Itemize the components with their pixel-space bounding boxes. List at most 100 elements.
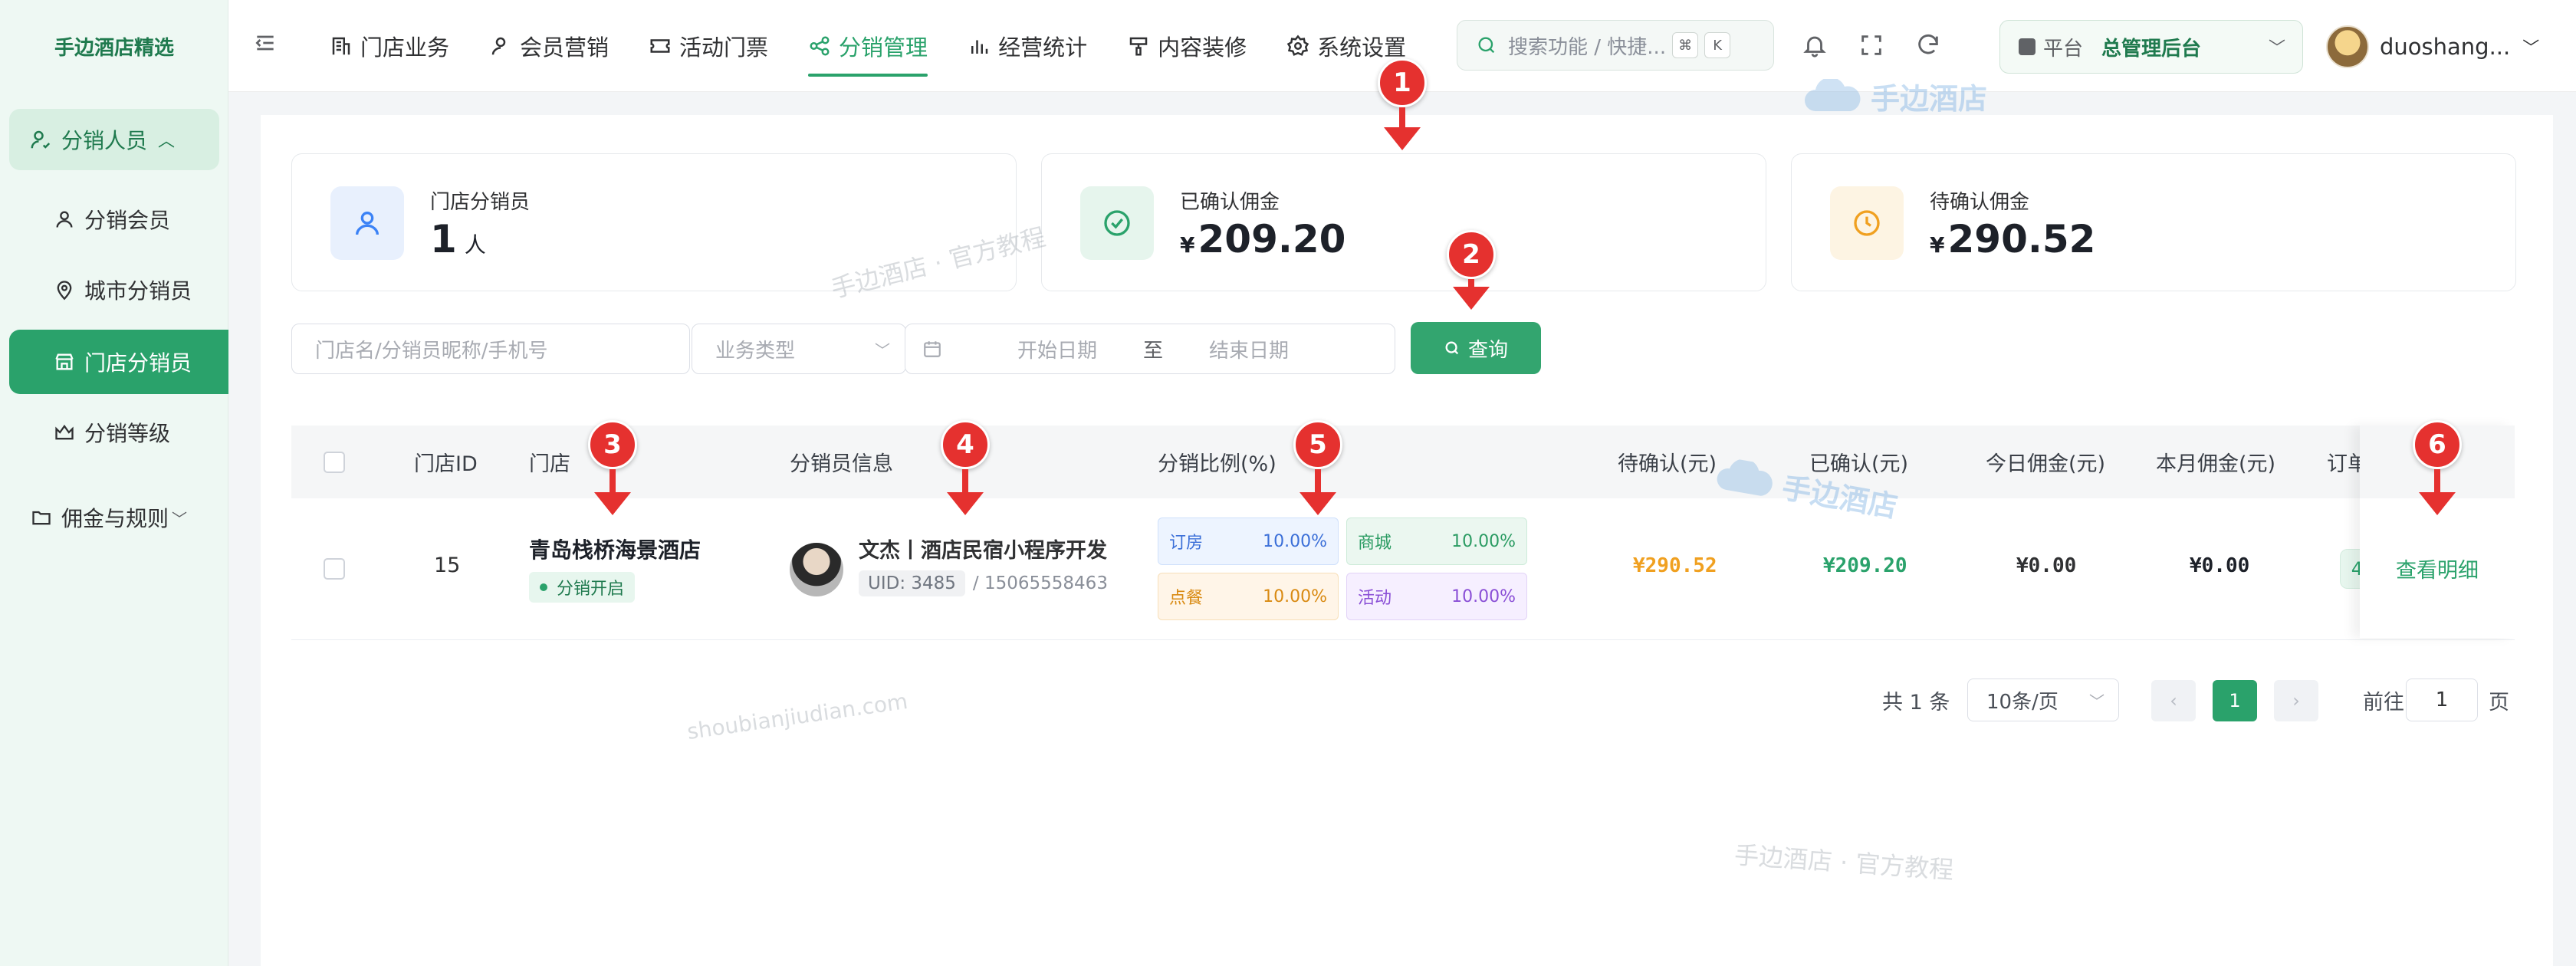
annotation-arrow-4 <box>947 469 984 515</box>
agent-avatar <box>790 543 843 596</box>
tab-label: 会员营销 <box>520 34 610 61</box>
sidebar-folder-commission-rules[interactable]: 佣金与规则 ﹀ <box>31 495 187 540</box>
ratio-value: 10.00% <box>1263 586 1327 606</box>
tab-activity-tickets[interactable]: 活动门票 <box>649 0 768 92</box>
chevron-down-icon: ﹀ <box>2089 692 2104 711</box>
chevron-up-icon: ︿ <box>158 132 176 151</box>
row-checkbox[interactable] <box>324 558 345 580</box>
sidebar-item-distribution-level[interactable]: 分销等级 <box>54 409 170 455</box>
main-panel: 门店分销员 1人 已确认佣金 ¥209.20 待确认佣金 ¥290.52 门店名… <box>261 115 2553 966</box>
sidebar-item-city-distributor[interactable]: 城市分销员 <box>54 267 192 313</box>
month-amount: ¥0.00 <box>2190 554 2250 577</box>
ticket-icon <box>650 39 670 53</box>
platform-tag: 平台 <box>2043 37 2084 61</box>
agent-meta: UID: 3485 / 15065558463 <box>859 570 1108 596</box>
currency-symbol: ¥ <box>1930 232 1945 258</box>
platform-select[interactable]: 平台 总管理后台 ﹀ <box>1999 20 2303 74</box>
pagination-total: 共 1 条 <box>1882 690 1950 715</box>
page-size-select[interactable]: 10条/页 ﹀ <box>1967 678 2119 721</box>
chevron-down-icon: ﹀ <box>172 509 188 528</box>
tab-label: 分销管理 <box>839 34 928 61</box>
share-icon <box>810 36 830 56</box>
sidebar-item-label: 分销等级 <box>84 421 171 446</box>
store-icon <box>55 353 74 370</box>
end-date-placeholder: 结束日期 <box>1209 339 1290 363</box>
watermark-logo-text: 手边酒店 <box>1871 82 1988 116</box>
agent-phone: / 15065558463 <box>972 573 1108 593</box>
sidebar-item-store-distributor[interactable]: 门店分销员 <box>9 330 228 394</box>
monitor-icon <box>2019 38 2036 55</box>
annotation-arrow-3 <box>594 469 631 515</box>
col-month: 本月佣金(元) <box>2156 452 2276 476</box>
goto-page-input[interactable]: 1 <box>2406 678 2478 721</box>
stat-number: 290.52 <box>1947 217 2096 261</box>
collapse-menu-icon[interactable] <box>253 31 278 55</box>
ratio-dining: 点餐 10.00% <box>1158 573 1339 620</box>
bell-icon[interactable] <box>1802 32 1828 58</box>
location-icon <box>57 281 72 301</box>
annotation-marker-6: 6 <box>2413 420 2462 469</box>
user-menu[interactable]: duoshang... ﹀ <box>2326 20 2539 74</box>
top-nav: 门店业务 会员营销 活动门票 分销管理 经营统计 内容装修 系统设置 <box>330 0 1446 92</box>
stat-unit: 人 <box>464 232 486 258</box>
ratio-value: 10.00% <box>1263 531 1327 551</box>
ratio-activity: 活动 10.00% <box>1346 573 1527 620</box>
gear-icon <box>1286 34 1309 56</box>
building-icon <box>332 37 350 55</box>
start-date-placeholder: 开始日期 <box>1017 339 1098 363</box>
chevron-down-icon: ﹀ <box>2522 39 2540 58</box>
tab-content-decoration[interactable]: 内容装修 <box>1127 0 1247 92</box>
keyword-search-input[interactable]: 门店名/分销员昵称/手机号 <box>291 324 690 374</box>
select-all-checkbox[interactable] <box>324 426 345 498</box>
range-separator: 至 <box>1143 339 1164 363</box>
next-page-button[interactable]: › <box>2274 680 2318 721</box>
page-1-button[interactable]: 1 <box>2213 680 2257 721</box>
watermark-logo: 手边酒店 <box>1802 75 1987 117</box>
sidebar-item-label: 城市分销员 <box>84 278 192 304</box>
store-name[interactable]: 青岛栈桥海景酒店 <box>529 534 701 564</box>
view-details-link[interactable]: 查看明细 <box>2360 498 2515 638</box>
check-circle-icon <box>1080 186 1154 260</box>
confirmed-amount: ¥209.20 <box>1823 554 1907 577</box>
tab-distribution-management[interactable]: 分销管理 <box>808 0 928 92</box>
ratio-label: 订房 <box>1169 534 1204 553</box>
tab-label: 内容装修 <box>1158 34 1247 61</box>
tab-member-marketing[interactable]: 会员营销 <box>489 0 609 92</box>
business-type-select[interactable]: 业务类型 ﹀ <box>692 324 906 374</box>
stat-number: 209.20 <box>1198 217 1346 261</box>
tab-label: 系统设置 <box>1317 34 1407 61</box>
store-id: 15 <box>434 554 461 577</box>
annotation-marker-5: 5 <box>1293 420 1342 469</box>
agent-uid: UID: 3485 <box>859 570 965 596</box>
sidebar-group-distributors[interactable]: 分销人员 ︿ <box>9 109 219 170</box>
tab-store-business[interactable]: 门店业务 <box>330 0 449 92</box>
query-button-label: 查询 <box>1467 338 1508 362</box>
stat-label: 已确认佣金 <box>1180 191 1280 214</box>
fullscreen-icon[interactable] <box>1858 32 1884 58</box>
ratio-room: 订房 10.00% <box>1158 518 1339 565</box>
annotation-arrow-6 <box>2419 469 2456 515</box>
brush-icon <box>1129 37 1148 56</box>
col-store-id: 门店ID <box>414 452 478 476</box>
sidebar: 手边酒店精选 分销人员 ︿ 分销会员 城市分销员 门店分销员 分销等级 佣金与规… <box>0 0 228 966</box>
tab-label: 经营统计 <box>998 34 1088 61</box>
query-button[interactable]: 查询 <box>1411 322 1541 374</box>
user-icon <box>56 211 73 228</box>
annotation-marker-1: 1 <box>1378 58 1427 107</box>
cloud-icon <box>1717 458 1773 496</box>
user-icon <box>491 37 506 55</box>
shortcut-cmd-key: ⌘ <box>1672 32 1699 58</box>
annotation-arrow-1 <box>1384 107 1421 150</box>
brand-title: 手边酒店精选 <box>54 36 174 60</box>
sidebar-item-member-distributor[interactable]: 分销会员 <box>54 196 170 242</box>
tab-label: 活动门票 <box>679 34 769 61</box>
calendar-icon <box>924 341 941 357</box>
prev-page-button[interactable]: ‹ <box>2151 680 2196 721</box>
col-store: 门店 <box>529 452 570 476</box>
table-row: 15 青岛栈桥海景酒店 分销开启 文杰丨酒店民宿小程序开发 UID: 3485 … <box>291 498 2515 640</box>
search-input[interactable]: 搜索功能 / 快捷... ⌘ K <box>1457 20 1774 71</box>
refresh-icon[interactable] <box>1915 32 1941 58</box>
annotation-marker-4: 4 <box>941 420 990 469</box>
tab-business-stats[interactable]: 经营统计 <box>968 0 1087 92</box>
date-range-picker[interactable]: 开始日期 至 结束日期 <box>905 324 1395 374</box>
